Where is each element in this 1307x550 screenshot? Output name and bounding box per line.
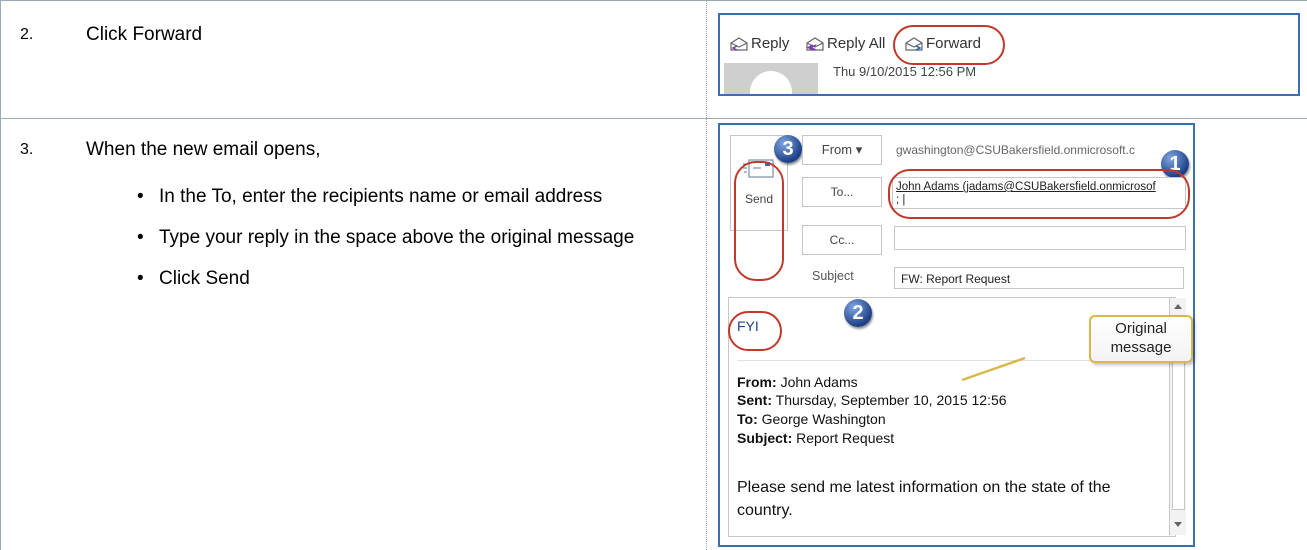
callout-pointer xyxy=(961,356,1026,382)
bullet-dot-icon: • xyxy=(137,268,144,289)
table-top-border xyxy=(0,0,1307,1)
reply-button[interactable]: Reply xyxy=(730,35,789,52)
forward-highlight-oval xyxy=(893,25,1005,65)
step-number: 3. xyxy=(20,141,34,158)
table-row-divider xyxy=(0,118,1307,119)
toolbar-screenshot: Reply Reply All Forward Thu 9/10/2015 12… xyxy=(718,13,1300,96)
step-instruction: When the new email opens, xyxy=(86,139,321,160)
reply-icon xyxy=(730,36,748,51)
bullet-item: • Click Send xyxy=(135,263,670,294)
original-from-line: From: John Adams xyxy=(737,374,858,390)
scroll-down-arrow-icon[interactable] xyxy=(1174,522,1182,527)
table-left-border xyxy=(0,0,1,550)
bullet-text: In the To, enter the recipients name or … xyxy=(159,186,603,207)
step-number: 2. xyxy=(20,26,34,43)
subject-label: Subject xyxy=(812,269,854,283)
bullet-list: • In the To, enter the recipients name or… xyxy=(135,181,670,304)
to-button[interactable]: To... xyxy=(802,177,882,207)
original-to-line: To: George Washington xyxy=(737,411,886,427)
original-message-callout: Original message xyxy=(1089,315,1193,363)
fyi-highlight-oval xyxy=(728,311,782,351)
message-date: Thu 9/10/2015 12:56 PM xyxy=(833,64,977,79)
original-subject-line: Subject: Report Request xyxy=(737,430,895,446)
bullet-text: Click Send xyxy=(159,268,250,289)
from-button[interactable]: From ▾ xyxy=(802,135,882,165)
subject-field[interactable]: FW: Report Request xyxy=(894,267,1184,289)
reply-all-icon xyxy=(806,36,824,51)
original-message-text: Please send me latest information on the… xyxy=(737,479,1111,519)
callout-text: Original message xyxy=(1110,320,1172,356)
avatar-head-icon xyxy=(750,71,792,94)
scroll-up-arrow-icon[interactable] xyxy=(1174,304,1182,309)
to-highlight-oval xyxy=(888,169,1190,219)
cc-field[interactable] xyxy=(894,226,1186,250)
reply-all-label: Reply All xyxy=(827,35,886,52)
bullet-item: • Type your reply in the space above the … xyxy=(135,222,670,253)
bullet-text: Type your reply in the space above the o… xyxy=(159,227,635,248)
from-value: gwashington@CSUBakersfield.onmicrosoft.c xyxy=(896,143,1135,157)
step-instruction: Click Forward xyxy=(86,24,203,45)
send-highlight-oval xyxy=(734,161,784,281)
badge-3: 3 xyxy=(774,135,802,163)
cc-button[interactable]: Cc... xyxy=(802,225,882,255)
table-column-divider xyxy=(706,0,707,550)
bullet-dot-icon: • xyxy=(137,186,144,207)
reply-all-button[interactable]: Reply All xyxy=(806,35,885,52)
bullet-dot-icon: • xyxy=(137,227,144,248)
bullet-item: • In the To, enter the recipients name or… xyxy=(135,181,670,212)
badge-2: 2 xyxy=(844,299,872,327)
reply-label: Reply xyxy=(751,35,790,52)
avatar xyxy=(724,63,818,94)
